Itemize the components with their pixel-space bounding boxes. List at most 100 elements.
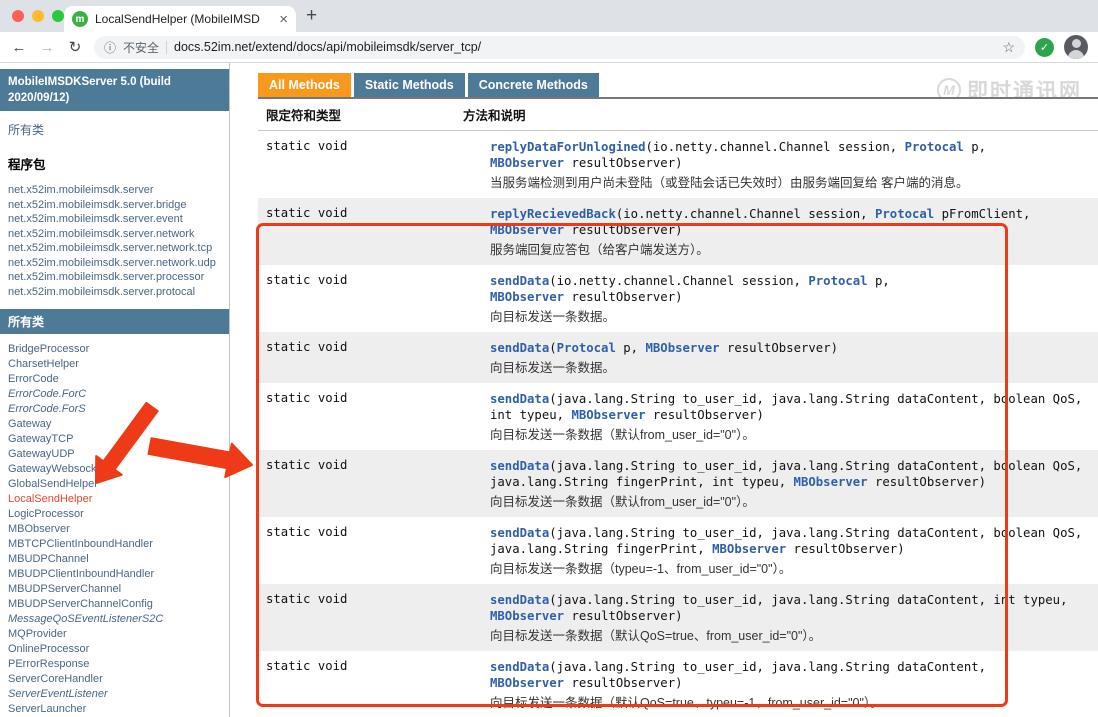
sidebar-class-link-mbtcpclientinboundhandler[interactable]: MBTCPClientInboundHandler bbox=[8, 537, 229, 552]
sidebar-package-link[interactable]: net.x52im.mobileimsdk.server.protocal bbox=[8, 285, 229, 300]
close-window-button[interactable] bbox=[12, 10, 24, 22]
method-description: 向目标发送一条数据（默认QoS=true、from_user_id="0"）。 bbox=[490, 628, 1090, 644]
bookmark-star-icon[interactable]: ☆ bbox=[1002, 39, 1015, 56]
code-link[interactable]: Protocal bbox=[557, 341, 616, 355]
code-link[interactable]: sendData bbox=[490, 392, 549, 406]
url-text[interactable]: docs.52im.net/extend/docs/api/mobileimsd… bbox=[174, 40, 995, 54]
sidebar-class-link-charsethelper[interactable]: CharsetHelper bbox=[8, 357, 229, 372]
code-text: resultObserver) bbox=[645, 408, 763, 422]
code-link[interactable]: sendData bbox=[490, 526, 549, 540]
code-link[interactable]: Protocal bbox=[808, 274, 867, 288]
sidebar-class-link-mbudpclientinboundhandler[interactable]: MBUDPClientInboundHandler bbox=[8, 567, 229, 582]
method-row: static void sendData(java.lang.String to… bbox=[258, 383, 1098, 450]
maximize-window-button[interactable] bbox=[52, 10, 64, 22]
browser-tab[interactable]: m LocalSendHelper (MobileIMSD × bbox=[64, 6, 296, 32]
method-signature: replyDataForUnlogined(io.netty.channel.C… bbox=[490, 139, 1090, 171]
sidebar-class-link-errorcode[interactable]: ErrorCode bbox=[8, 372, 229, 387]
sidebar-package-link[interactable]: net.x52im.mobileimsdk.server.network.tcp bbox=[8, 241, 229, 256]
browser-tab-bar: m LocalSendHelper (MobileIMSD × + bbox=[0, 0, 1098, 32]
minimize-window-button[interactable] bbox=[32, 10, 44, 22]
code-link[interactable]: MBObserver bbox=[490, 290, 564, 304]
tab-static-methods[interactable]: Static Methods bbox=[354, 73, 465, 97]
code-link[interactable]: MBObserver bbox=[646, 341, 720, 355]
code-link[interactable]: replyRecievedBack bbox=[490, 207, 616, 221]
code-link[interactable]: MBObserver bbox=[794, 475, 868, 489]
sidebar-class-link-mqprovider[interactable]: MQProvider bbox=[8, 627, 229, 642]
sidebar-package-link[interactable]: net.x52im.mobileimsdk.server.network bbox=[8, 227, 229, 242]
sidebar-class-link-localsendhelper[interactable]: LocalSendHelper bbox=[8, 492, 229, 507]
column-header-modifier: 限定符和类型 bbox=[258, 99, 455, 130]
sidebar-class-link-onlineprocessor[interactable]: OnlineProcessor bbox=[8, 642, 229, 657]
column-header-method: 方法和说明 bbox=[455, 99, 1098, 130]
code-link[interactable]: sendData bbox=[490, 660, 549, 674]
forward-icon[interactable]: → bbox=[38, 39, 56, 56]
method-cell: sendData(Protocal p, MBObserver resultOb… bbox=[455, 332, 1098, 383]
sidebar-class-link-messageqoseventlisteners2c[interactable]: MessageQoSEventListenerS2C bbox=[8, 612, 229, 627]
sidebar-class-link-errorcode-fors[interactable]: ErrorCode.ForS bbox=[8, 402, 229, 417]
code-link[interactable]: Protocal bbox=[905, 140, 964, 154]
profile-avatar[interactable] bbox=[1064, 35, 1088, 59]
code-link[interactable]: sendData bbox=[490, 459, 549, 473]
sidebar-class-link-perrorresponse[interactable]: PErrorResponse bbox=[8, 657, 229, 672]
method-row: static void sendData(java.lang.String to… bbox=[258, 651, 1098, 717]
code-link[interactable]: MBObserver bbox=[490, 676, 564, 690]
new-tab-button[interactable]: + bbox=[306, 5, 317, 27]
method-cell: sendData(io.netty.channel.Channel sessio… bbox=[455, 265, 1098, 332]
tab-concrete-methods[interactable]: Concrete Methods bbox=[468, 73, 599, 97]
sidebar-class-link-errorcode-forc[interactable]: ErrorCode.ForC bbox=[8, 387, 229, 402]
site-favicon-icon: m bbox=[72, 11, 88, 27]
method-modifier: static void bbox=[258, 651, 455, 717]
code-link[interactable]: replyDataForUnlogined bbox=[490, 140, 645, 154]
method-description: 当服务端检测到用户尚未登陆（或登陆会话已失效时）由服务端回复给 客户端的消息。 bbox=[490, 175, 1090, 191]
sidebar-class-link-mbudpserverchannel[interactable]: MBUDPServerChannel bbox=[8, 582, 229, 597]
method-filter-tabs: All MethodsStatic MethodsConcrete Method… bbox=[258, 73, 1098, 99]
code-link[interactable]: sendData bbox=[490, 341, 549, 355]
site-info-icon[interactable]: ⓘ bbox=[104, 39, 116, 56]
code-text: resultObserver) bbox=[564, 290, 682, 304]
sidebar-class-link-logicprocessor[interactable]: LogicProcessor bbox=[8, 507, 229, 522]
sidebar-package-link[interactable]: net.x52im.mobileimsdk.server bbox=[8, 183, 229, 198]
sidebar-class-link-mbobserver[interactable]: MBObserver bbox=[8, 522, 229, 537]
sidebar-class-link-gatewayudp[interactable]: GatewayUDP bbox=[8, 447, 229, 462]
sidebar-class-link-gatewaywebsocket[interactable]: GatewayWebsocket bbox=[8, 462, 229, 477]
sidebar-class-link-servercorehandler[interactable]: ServerCoreHandler bbox=[8, 672, 229, 687]
sidebar-package-link[interactable]: net.x52im.mobileimsdk.server.event bbox=[8, 212, 229, 227]
sidebar-class-link-gatewaytcp[interactable]: GatewayTCP bbox=[8, 432, 229, 447]
all-classes-link[interactable]: 所有类 bbox=[8, 121, 221, 138]
packages-heading: 程序包 bbox=[8, 154, 221, 173]
method-signature: sendData(java.lang.String to_user_id, ja… bbox=[490, 458, 1090, 490]
method-modifier: static void bbox=[258, 450, 455, 517]
sidebar-class-link-globalsendhelper[interactable]: GlobalSendHelper bbox=[8, 477, 229, 492]
reload-icon[interactable]: ↻ bbox=[66, 38, 84, 56]
code-link[interactable]: MBObserver bbox=[490, 223, 564, 237]
code-link[interactable]: MBObserver bbox=[571, 408, 645, 422]
code-text: resultObserver) bbox=[564, 223, 682, 237]
extension-icon[interactable]: ✓ bbox=[1035, 38, 1054, 57]
sidebar-package-link[interactable]: net.x52im.mobileimsdk.server.processor bbox=[8, 270, 229, 285]
method-signature: replyRecievedBack(io.netty.channel.Chann… bbox=[490, 206, 1090, 238]
sidebar-class-link-serverlauncher[interactable]: ServerLauncher bbox=[8, 702, 229, 717]
code-link[interactable]: Protocal bbox=[875, 207, 934, 221]
method-summary-frame: M 即时通讯网 52im.net All MethodsStatic Metho… bbox=[230, 63, 1098, 717]
sidebar-package-link[interactable]: net.x52im.mobileimsdk.server.bridge bbox=[8, 198, 229, 213]
code-text: resultObserver) bbox=[564, 609, 682, 623]
code-link[interactable]: MBObserver bbox=[712, 542, 786, 556]
code-link[interactable]: sendData bbox=[490, 593, 549, 607]
code-link[interactable]: MBObserver bbox=[490, 609, 564, 623]
sidebar-class-link-mbudpchannel[interactable]: MBUDPChannel bbox=[8, 552, 229, 567]
address-bar[interactable]: ⓘ 不安全 docs.52im.net/extend/docs/api/mobi… bbox=[94, 36, 1025, 59]
sidebar-class-link-mbudpserverchannelconfig[interactable]: MBUDPServerChannelConfig bbox=[8, 597, 229, 612]
sidebar-package-link[interactable]: net.x52im.mobileimsdk.server.network.udp bbox=[8, 256, 229, 271]
code-link[interactable]: sendData bbox=[490, 274, 549, 288]
sidebar-class-link-gateway[interactable]: Gateway bbox=[8, 417, 229, 432]
sidebar-class-link-bridgeprocessor[interactable]: BridgeProcessor bbox=[8, 342, 229, 357]
method-modifier: static void bbox=[258, 584, 455, 651]
method-modifier: static void bbox=[258, 198, 455, 265]
code-link[interactable]: MBObserver bbox=[490, 156, 564, 170]
tab-close-icon[interactable]: × bbox=[279, 12, 288, 27]
back-icon[interactable]: ← bbox=[10, 39, 28, 56]
method-cell: sendData(java.lang.String to_user_id, ja… bbox=[455, 450, 1098, 517]
method-signature: sendData(java.lang.String to_user_id, ja… bbox=[490, 391, 1090, 423]
tab-all-methods[interactable]: All Methods bbox=[258, 73, 351, 97]
sidebar-class-link-servereventlistener[interactable]: ServerEventListener bbox=[8, 687, 229, 702]
